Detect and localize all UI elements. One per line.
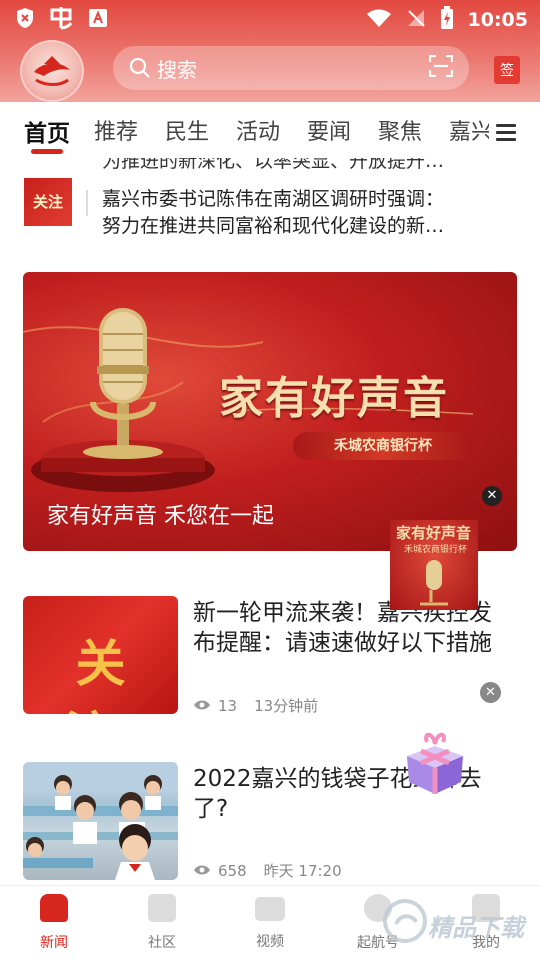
menu-icon[interactable] <box>496 120 516 145</box>
gift-box-icon[interactable] <box>397 726 475 796</box>
dismiss-icon[interactable]: ✕ <box>480 682 501 703</box>
news-meta: 13 13分钟前 <box>193 695 318 716</box>
title-line-2: 努力在推进共同富裕和现代化建设的新… <box>102 215 445 237</box>
nav-label: 视频 <box>256 934 284 950</box>
tab-headlines[interactable]: 要闻 <box>307 114 351 146</box>
app-logo[interactable] <box>20 40 84 102</box>
nav-label: 社区 <box>148 935 176 951</box>
text-app-icon <box>88 8 108 32</box>
tab-focus[interactable]: 聚焦 <box>378 114 422 146</box>
shield-icon <box>16 7 34 33</box>
community-icon <box>148 894 176 922</box>
active-tab-indicator <box>31 149 63 154</box>
battery-charging-icon <box>440 6 454 34</box>
publish-time: 13分钟前 <box>254 697 319 715</box>
microphone-icon <box>420 560 448 606</box>
nav-community[interactable]: 社区 <box>117 894 207 952</box>
news-thumbnail[interactable]: 关注 <box>23 596 178 714</box>
view-count: 658 <box>218 861 247 880</box>
view-count-icon <box>193 862 211 880</box>
nav-video[interactable]: 视频 <box>225 894 315 951</box>
thumbnail-text: 关注 <box>65 635 148 714</box>
nav-label: 新闻 <box>40 935 68 951</box>
app-notification-icon <box>48 6 74 34</box>
watermark-logo-icon <box>383 899 427 943</box>
tab-jiaxing[interactable]: 嘉兴 <box>449 114 489 146</box>
banner-title: 家有好声音 <box>219 373 449 424</box>
publish-time: 昨天 17:20 <box>263 862 342 880</box>
previous-item-title-partial[interactable]: 为推进的新深化、以率突显、开放提升… <box>102 158 522 172</box>
wifi-icon <box>366 8 392 32</box>
view-count-icon <box>193 697 211 715</box>
banner-close-icon[interactable]: ✕ <box>482 486 502 506</box>
news-item-title[interactable]: 嘉兴市委书记陈伟在南湖区调研时强调： 努力在推进共同富裕和现代化建设的新… <box>102 186 512 240</box>
search-icon <box>129 57 151 79</box>
watermark-text: 精品下载 <box>428 914 524 942</box>
sign-in-label: 签 <box>500 63 514 79</box>
video-icon <box>255 897 285 921</box>
nav-news[interactable]: 新闻 <box>9 894 99 952</box>
news-meta: 658 昨天 17:20 <box>193 860 342 881</box>
news-thumbnail-photo[interactable] <box>23 762 178 880</box>
news-thumbnail[interactable]: 关注 <box>24 178 72 226</box>
scan-icon[interactable] <box>428 54 454 81</box>
app-header: 10:05 搜索 签 <box>0 0 540 102</box>
thumbnail-text: 关注 <box>32 193 63 211</box>
search-input[interactable]: 搜索 <box>157 54 429 83</box>
classroom-photo <box>23 762 178 880</box>
news-icon <box>40 894 68 922</box>
promo-banner[interactable]: 家有好声音 禾城农商银行杯 家有好声音 禾您在一起 <box>23 272 517 551</box>
category-tabs: 首页 推荐 民生 活动 要闻 聚焦 嘉兴 <box>0 102 540 158</box>
view-count: 13 <box>218 696 238 715</box>
banner-caption: 家有好声音 禾您在一起 <box>47 504 274 529</box>
tab-recommend[interactable]: 推荐 <box>94 114 138 146</box>
partial-title-text: 为推进的新深化、以率突显、开放提升… <box>102 158 445 172</box>
status-bar: 10:05 <box>0 0 540 38</box>
watermark: 精品下载 <box>380 892 540 952</box>
no-signal-icon <box>406 8 426 32</box>
sign-in-calendar-icon[interactable]: 签 <box>494 56 520 84</box>
clock: 10:05 <box>467 9 528 31</box>
tab-home[interactable]: 首页 <box>24 114 70 148</box>
search-bar[interactable]: 搜索 <box>113 46 469 90</box>
divider <box>86 190 88 216</box>
tab-livelihood[interactable]: 民生 <box>165 114 209 146</box>
title-line-1: 嘉兴市委书记陈伟在南湖区调研时强调： <box>102 188 445 210</box>
tab-events[interactable]: 活动 <box>236 114 280 146</box>
banner-subtitle: 禾城农商银行杯 <box>293 432 473 460</box>
floating-ad[interactable]: 家有好声音 禾城农商银行杯 <box>390 520 478 610</box>
